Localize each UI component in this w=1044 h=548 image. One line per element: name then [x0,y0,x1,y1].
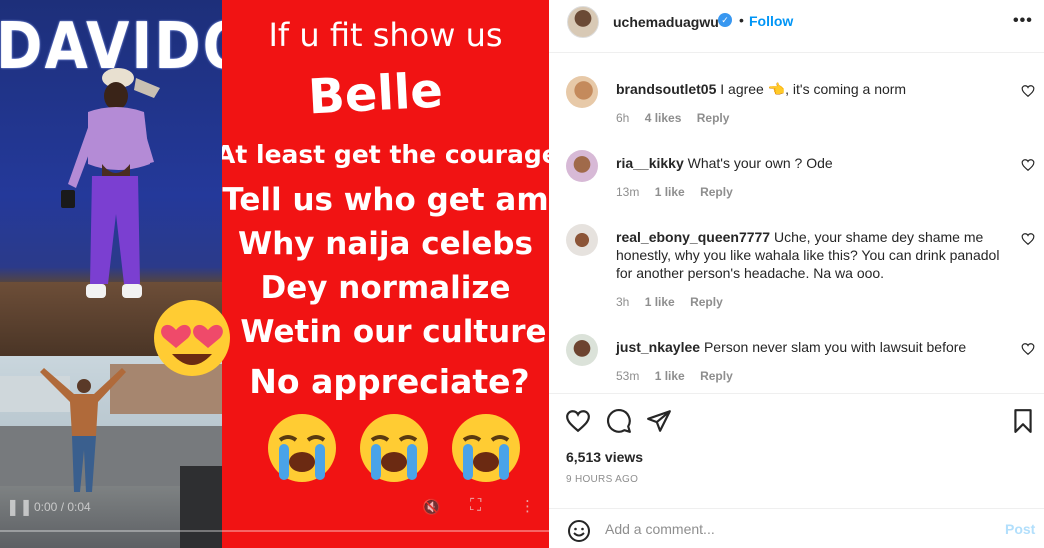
comment-meta: 6h 4 likes Reply [616,111,741,125]
comment-text: brandsoutlet05 I agree 👈, it's coming a … [616,80,1006,98]
author-avatar[interactable] [567,6,599,38]
view-count[interactable]: 6,513 views [566,449,643,465]
comment-text: ria__kikky What's your own ? Ode [616,154,1006,172]
post-actions: 6,513 views 9 HOURS AGO Post [549,393,1044,542]
comment-text: real_ebony_queen7777 Uche, your shame de… [616,228,1006,282]
comment-likes[interactable]: 1 like [655,185,685,199]
comment-likes[interactable]: 4 likes [645,111,682,125]
crying-face-icon [360,414,428,482]
like-comment-heart-icon[interactable] [1021,158,1035,172]
caption-line-3: At least get the courage [222,140,549,169]
save-bookmark-icon[interactable] [1010,408,1036,434]
commenter-avatar[interactable] [566,76,598,108]
comment-body: What's your own ? Ode [687,155,833,171]
comment-username[interactable]: brandsoutlet05 [616,81,716,97]
comment-time: 6h [616,111,630,125]
comment-body: I agree 👈, it's coming a norm [720,81,907,97]
like-comment-heart-icon[interactable] [1021,84,1035,98]
more-options-icon[interactable]: ••• [1013,12,1033,30]
caption-line-1: If u fit show us [268,16,503,54]
video-more-icon[interactable]: ⋮ [520,497,535,515]
commenter-avatar[interactable] [566,224,598,256]
caption-line-7: Wetin our culture [240,314,547,350]
comment-meta: 53m 1 like Reply [616,369,745,383]
comment-time: 53m [616,369,640,383]
comment-username[interactable]: real_ebony_queen7777 [616,229,770,245]
caption-line-5: Why naija celebs [238,226,533,262]
reply-button[interactable]: Reply [690,295,723,309]
add-comment-row: Post [549,508,1044,548]
comment-body: Person never slam you with lawsuit befor… [703,339,967,355]
comment-meta: 13m 1 like Reply [616,185,745,199]
caption-line-8: No appreciate? [249,362,530,401]
comment-meta: 3h 1 like Reply [616,295,735,309]
author-username[interactable]: uchemaduagwu [613,14,719,30]
comment-time: 13m [616,185,640,199]
caption-line-2: Belle [306,62,445,126]
follow-button[interactable]: Follow [749,13,793,29]
street-photo [0,356,222,548]
add-comment-input[interactable] [605,516,985,542]
crying-emoji-row [222,410,549,490]
caption-line-4: Tell us who get am [222,182,549,218]
video-time: 0:00 / 0:04 [34,500,91,514]
heart-eyes-emoji-icon [154,300,230,376]
share-paper-plane-icon[interactable] [646,408,672,434]
crying-face-icon [452,414,520,482]
separator-dot: • [739,12,744,28]
pause-icon[interactable]: ❚❚ [6,497,33,517]
woman-figure [61,68,160,298]
commenter-avatar[interactable] [566,334,598,366]
reply-button[interactable]: Reply [700,185,733,199]
comment-username[interactable]: just_nkaylee [616,339,700,355]
post-timestamp: 9 HOURS AGO [566,474,639,485]
red-text-panel: If u fit show us Belle At least get the … [222,0,549,548]
reply-button[interactable]: Reply [697,111,730,125]
fullscreen-icon[interactable]: ⛶ [470,497,481,515]
caption-line-6: Dey normalize [260,270,511,306]
comment-likes[interactable]: 1 like [645,295,675,309]
post-comment-button[interactable]: Post [1005,521,1035,537]
man-figure [40,368,126,492]
like-comment-heart-icon[interactable] [1021,342,1035,356]
like-comment-heart-icon[interactable] [1021,232,1035,246]
post-media[interactable]: DAVIDO If u fit show us Belle [0,0,549,548]
post-side-panel: uchemaduagwu ✓ • Follow ••• brandsoutlet… [549,0,1044,548]
comment-bubble-icon[interactable] [606,408,632,434]
comment-likes[interactable]: 1 like [655,369,685,383]
comment-time: 3h [616,295,630,309]
commenter-avatar[interactable] [566,150,598,182]
mute-icon[interactable]: 🔇 [422,498,441,516]
crying-face-icon [268,414,336,482]
verified-badge-icon: ✓ [718,13,732,27]
comment-text: just_nkaylee Person never slam you with … [616,338,1006,356]
comment-username[interactable]: ria__kikky [616,155,684,171]
reply-button[interactable]: Reply [700,369,733,383]
emoji-picker-icon[interactable] [567,519,591,543]
post-header: uchemaduagwu ✓ • Follow ••• [549,0,1044,53]
video-progress-bar[interactable] [0,530,549,532]
like-heart-icon[interactable] [565,408,591,434]
